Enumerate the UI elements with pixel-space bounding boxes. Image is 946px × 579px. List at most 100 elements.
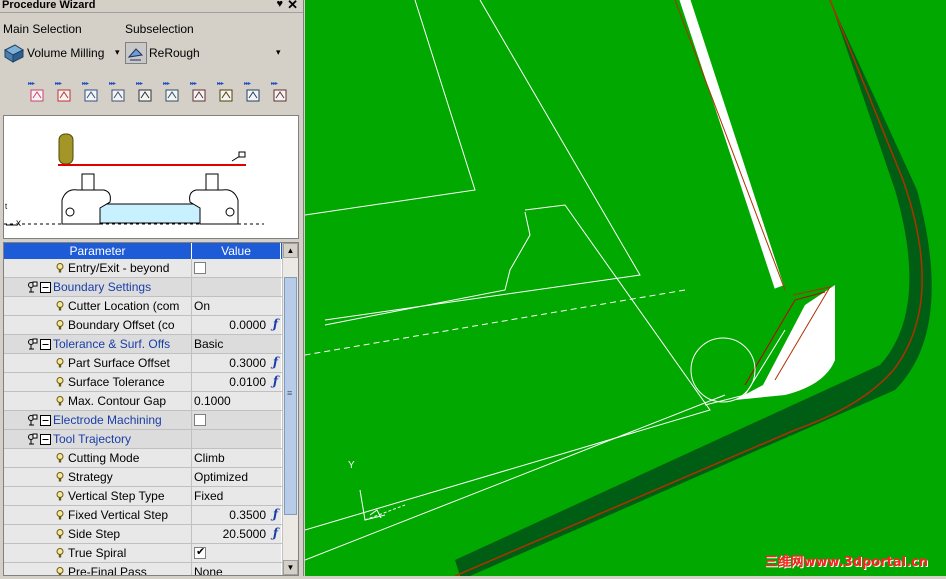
eraser-icon[interactable]: ▸▸▸ <box>28 81 47 105</box>
formula-icon[interactable]: ƒ <box>273 317 278 331</box>
display-icon[interactable]: ▸▸▸ <box>136 81 155 105</box>
group-row[interactable]: Electrode Machining <box>4 411 298 430</box>
value-cell[interactable]: Basic <box>192 335 281 353</box>
value-cell[interactable]: 0.0100 ƒ <box>192 373 281 391</box>
value-cell[interactable]: Climb <box>192 449 281 467</box>
parameter-row[interactable]: Max. Contour Gap 0.1000 <box>4 392 298 411</box>
group-row[interactable]: Boundary Settings <box>4 278 298 297</box>
pin-icon[interactable]: ♥ <box>276 0 283 10</box>
motion-icon[interactable]: ▸▸▸ <box>82 81 101 105</box>
formula-icon[interactable]: ƒ <box>273 374 278 388</box>
cad-viewport[interactable]: Y 三维网www.3dportal.cn <box>304 0 946 577</box>
collapse-icon[interactable] <box>40 433 51 445</box>
main-selection-combo[interactable]: Volume Milling ▾ <box>3 40 123 66</box>
formula-icon[interactable]: ƒ <box>273 507 278 521</box>
group-row[interactable]: Tool Trajectory <box>4 430 298 449</box>
value-column-header[interactable]: Value <box>192 243 281 259</box>
parameter-row[interactable]: Boundary Offset (co 0.0000 ƒ <box>4 316 298 335</box>
close-button[interactable]: ✕ <box>287 0 298 13</box>
value-cell[interactable] <box>192 278 281 296</box>
grid-header: Parameter Value <box>4 243 298 259</box>
parameter-cell[interactable]: Side Step <box>4 525 192 543</box>
value-cell[interactable] <box>192 430 281 448</box>
tool-icon[interactable]: ▸▸▸ <box>55 81 74 105</box>
formula-icon[interactable]: ƒ <box>273 526 278 540</box>
parameter-cell[interactable]: Fixed Vertical Step <box>4 506 192 524</box>
collapse-icon[interactable] <box>40 338 51 350</box>
lightbulb-icon <box>56 453 64 463</box>
value-cell[interactable]: Optimized <box>192 468 281 486</box>
parameter-cell[interactable]: Vertical Step Type <box>4 487 192 505</box>
value-cell[interactable] <box>192 259 281 277</box>
value-text: Optimized <box>194 470 249 484</box>
collapse-icon[interactable] <box>40 414 51 426</box>
parameter-cell[interactable]: Entry/Exit - beyond <box>4 259 192 277</box>
parameter-label: Vertical Step Type <box>68 489 165 503</box>
parameter-cell[interactable]: Pre-Final Pass <box>4 563 192 575</box>
value-checkbox[interactable] <box>194 545 206 559</box>
parameter-cell[interactable]: Boundary Settings <box>4 278 192 296</box>
strategy-icon[interactable]: ▸▸▸ <box>109 81 128 105</box>
lightbulb-icon <box>56 567 64 575</box>
formula-icon[interactable]: ƒ <box>273 355 278 369</box>
scroll-down-icon[interactable]: ▼ <box>283 560 298 575</box>
value-cell[interactable]: 0.3000 ƒ <box>192 354 281 372</box>
value-checkbox[interactable] <box>194 414 206 426</box>
parameter-row[interactable]: Strategy Optimized <box>4 468 298 487</box>
parameter-cell[interactable]: Part Surface Offset <box>4 354 192 372</box>
collapse-icon[interactable] <box>40 281 51 293</box>
parameter-cell[interactable]: Tolerance & Surf. Offs <box>4 335 192 353</box>
subselection-combo[interactable]: ReRough ▾ <box>125 40 285 66</box>
parameter-row[interactable]: Side Step 20.5000 ƒ <box>4 525 298 544</box>
watermark: 三维网www.3dportal.cn <box>764 555 928 570</box>
parameter-row[interactable]: True Spiral <box>4 544 298 563</box>
arrow-icon: ▸▸▸ <box>244 81 251 87</box>
value-cell[interactable] <box>192 544 281 562</box>
parameter-cell[interactable]: Max. Contour Gap <box>4 392 192 410</box>
chevron-down-icon[interactable]: ▾ <box>276 47 281 58</box>
value-cell[interactable]: None <box>192 563 281 575</box>
parameter-row[interactable]: Surface Tolerance 0.0100 ƒ <box>4 373 298 392</box>
parameter-row[interactable]: Part Surface Offset 0.3000 ƒ <box>4 354 298 373</box>
parameter-label: Tolerance & Surf. Offs <box>53 337 171 351</box>
scrollbar-thumb[interactable]: ≡ <box>284 277 297 515</box>
parameter-row[interactable]: Entry/Exit - beyond <box>4 259 298 278</box>
parameter-cell[interactable]: Surface Tolerance <box>4 373 192 391</box>
chevron-down-icon[interactable]: ▾ <box>115 47 120 58</box>
link-icon[interactable]: ▸▸▸ <box>163 81 182 105</box>
parameter-row[interactable]: Cutting Mode Climb <box>4 449 298 468</box>
parameter-column-header[interactable]: Parameter <box>4 243 192 259</box>
parameter-cell[interactable]: Tool Trajectory <box>4 430 192 448</box>
grid-scrollbar[interactable]: ▲ ≡ ▼ <box>282 243 298 575</box>
value-cell[interactable]: 20.5000 ƒ <box>192 525 281 543</box>
group-row[interactable]: Tolerance & Surf. Offs Basic <box>4 335 298 354</box>
save-icon[interactable]: ▸▸▸ <box>217 81 236 105</box>
value-cell[interactable] <box>192 411 281 429</box>
parameter-label: Cutter Location (com <box>68 299 180 313</box>
parameter-row[interactable]: Fixed Vertical Step 0.3500 ƒ <box>4 506 298 525</box>
parameter-cell[interactable]: Cutting Mode <box>4 449 192 467</box>
parameter-cell[interactable]: True Spiral <box>4 544 192 562</box>
options-icon[interactable]: ▸▸▸ <box>271 81 290 105</box>
parameter-cell[interactable]: Strategy <box>4 468 192 486</box>
parameter-label: Surface Tolerance <box>68 375 165 389</box>
parameter-cell[interactable]: Electrode Machining <box>4 411 192 429</box>
scroll-up-icon[interactable]: ▲ <box>283 243 298 258</box>
group-settings-icon <box>28 281 38 293</box>
value-cell[interactable]: 0.0000 ƒ <box>192 316 281 334</box>
value-cell[interactable]: Fixed <box>192 487 281 505</box>
parameter-label: Cutting Mode <box>68 451 140 465</box>
parameter-cell[interactable]: Boundary Offset (co <box>4 316 192 334</box>
parameter-row[interactable]: Vertical Step Type Fixed <box>4 487 298 506</box>
simulate-icon[interactable]: ▸▸▸ <box>244 81 263 105</box>
value-cell[interactable]: 0.3500 ƒ <box>192 506 281 524</box>
value-cell[interactable]: 0.1000 <box>192 392 281 410</box>
value-cell[interactable]: On <box>192 297 281 315</box>
value-checkbox[interactable] <box>194 262 206 274</box>
parameter-cell[interactable]: Cutter Location (com <box>4 297 192 315</box>
parameter-row[interactable]: Cutter Location (com On <box>4 297 298 316</box>
arrow-icon: ▸▸▸ <box>190 81 197 87</box>
parameter-row[interactable]: Pre-Final Pass None <box>4 563 298 575</box>
value-text: Climb <box>194 451 225 465</box>
approach-icon[interactable]: ▸▸▸ <box>190 81 209 105</box>
